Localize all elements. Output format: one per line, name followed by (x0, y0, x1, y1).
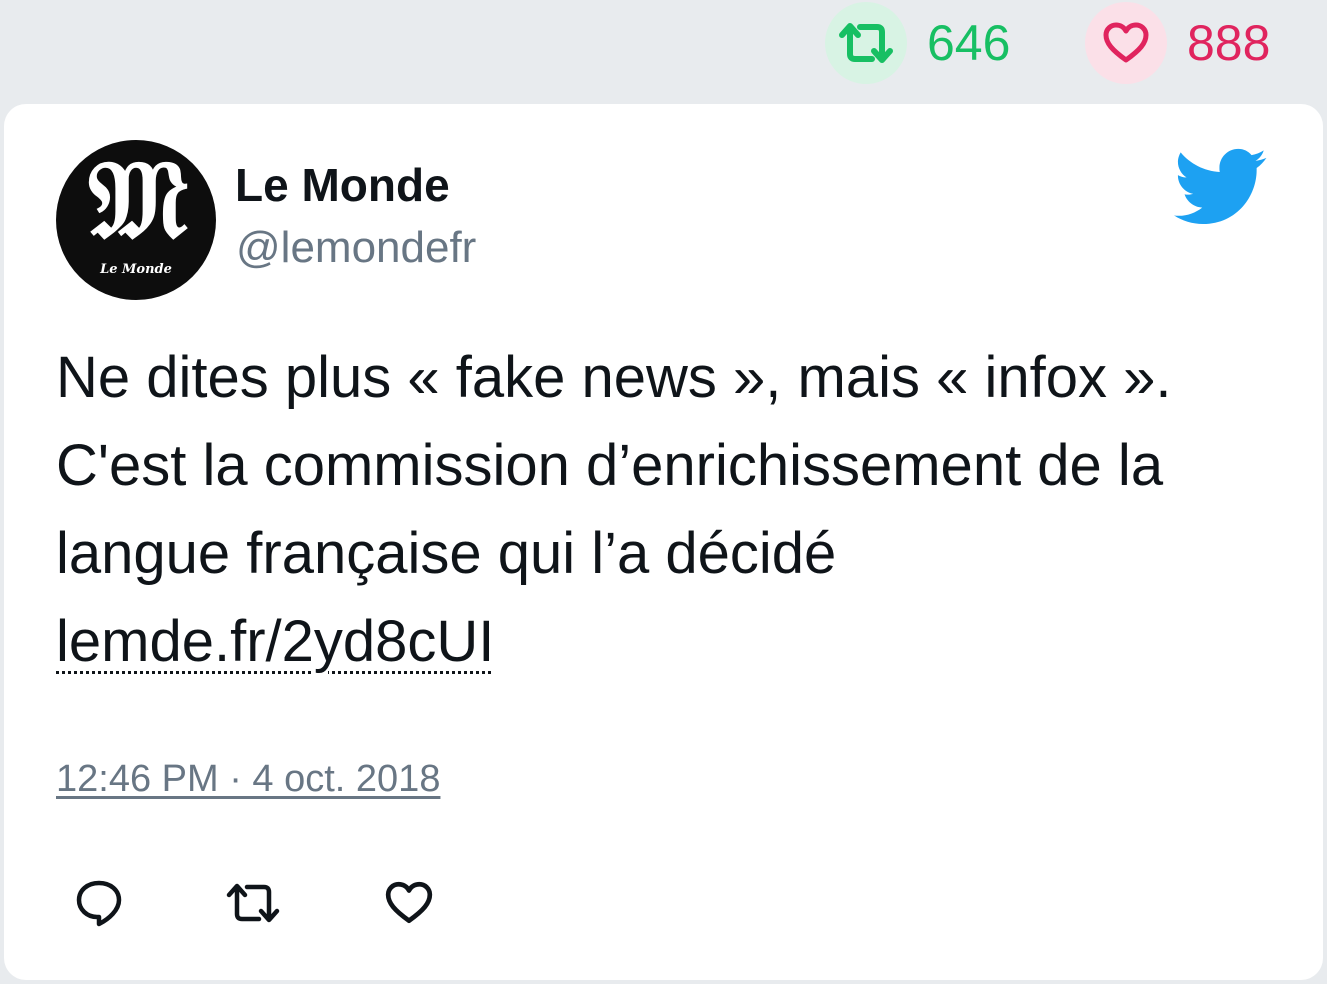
twitter-bird-icon[interactable] (1174, 148, 1268, 228)
like-button[interactable] (376, 870, 442, 936)
tweet-text: Ne dites plus « fake news », mais « info… (56, 334, 1286, 686)
retweet-button[interactable] (220, 870, 286, 936)
tweet-timestamp[interactable]: 12:46 PM · 4 oct. 2018 (56, 760, 440, 798)
author-name[interactable]: Le Monde (235, 162, 450, 208)
heart-icon (1103, 22, 1149, 63)
like-count: 888 (1187, 15, 1271, 71)
like-stat[interactable]: 888 (1085, 2, 1270, 84)
retweet-icon (226, 883, 280, 923)
retweet-icon (839, 23, 893, 63)
retweet-bubble[interactable] (825, 2, 907, 84)
like-bubble[interactable] (1085, 2, 1167, 84)
reply-icon (76, 880, 122, 927)
tweet-link[interactable]: lemde.fr/2yd8cUI (56, 598, 494, 686)
reply-button[interactable] (66, 870, 132, 936)
le-monde-logo[interactable]: 𝔐 Le Monde (56, 140, 216, 300)
engagement-stats: 646 888 (0, 0, 1327, 100)
retweet-count: 646 (927, 15, 1011, 71)
author-handle[interactable]: @lemondefr (236, 226, 476, 270)
tweet-body: Ne dites plus « fake news », mais « info… (56, 345, 1172, 586)
tweet-card: 𝔐 Le Monde Le Monde @lemondefr Ne dites … (4, 104, 1323, 980)
retweet-stat[interactable]: 646 (825, 2, 1010, 84)
heart-icon (385, 881, 433, 924)
